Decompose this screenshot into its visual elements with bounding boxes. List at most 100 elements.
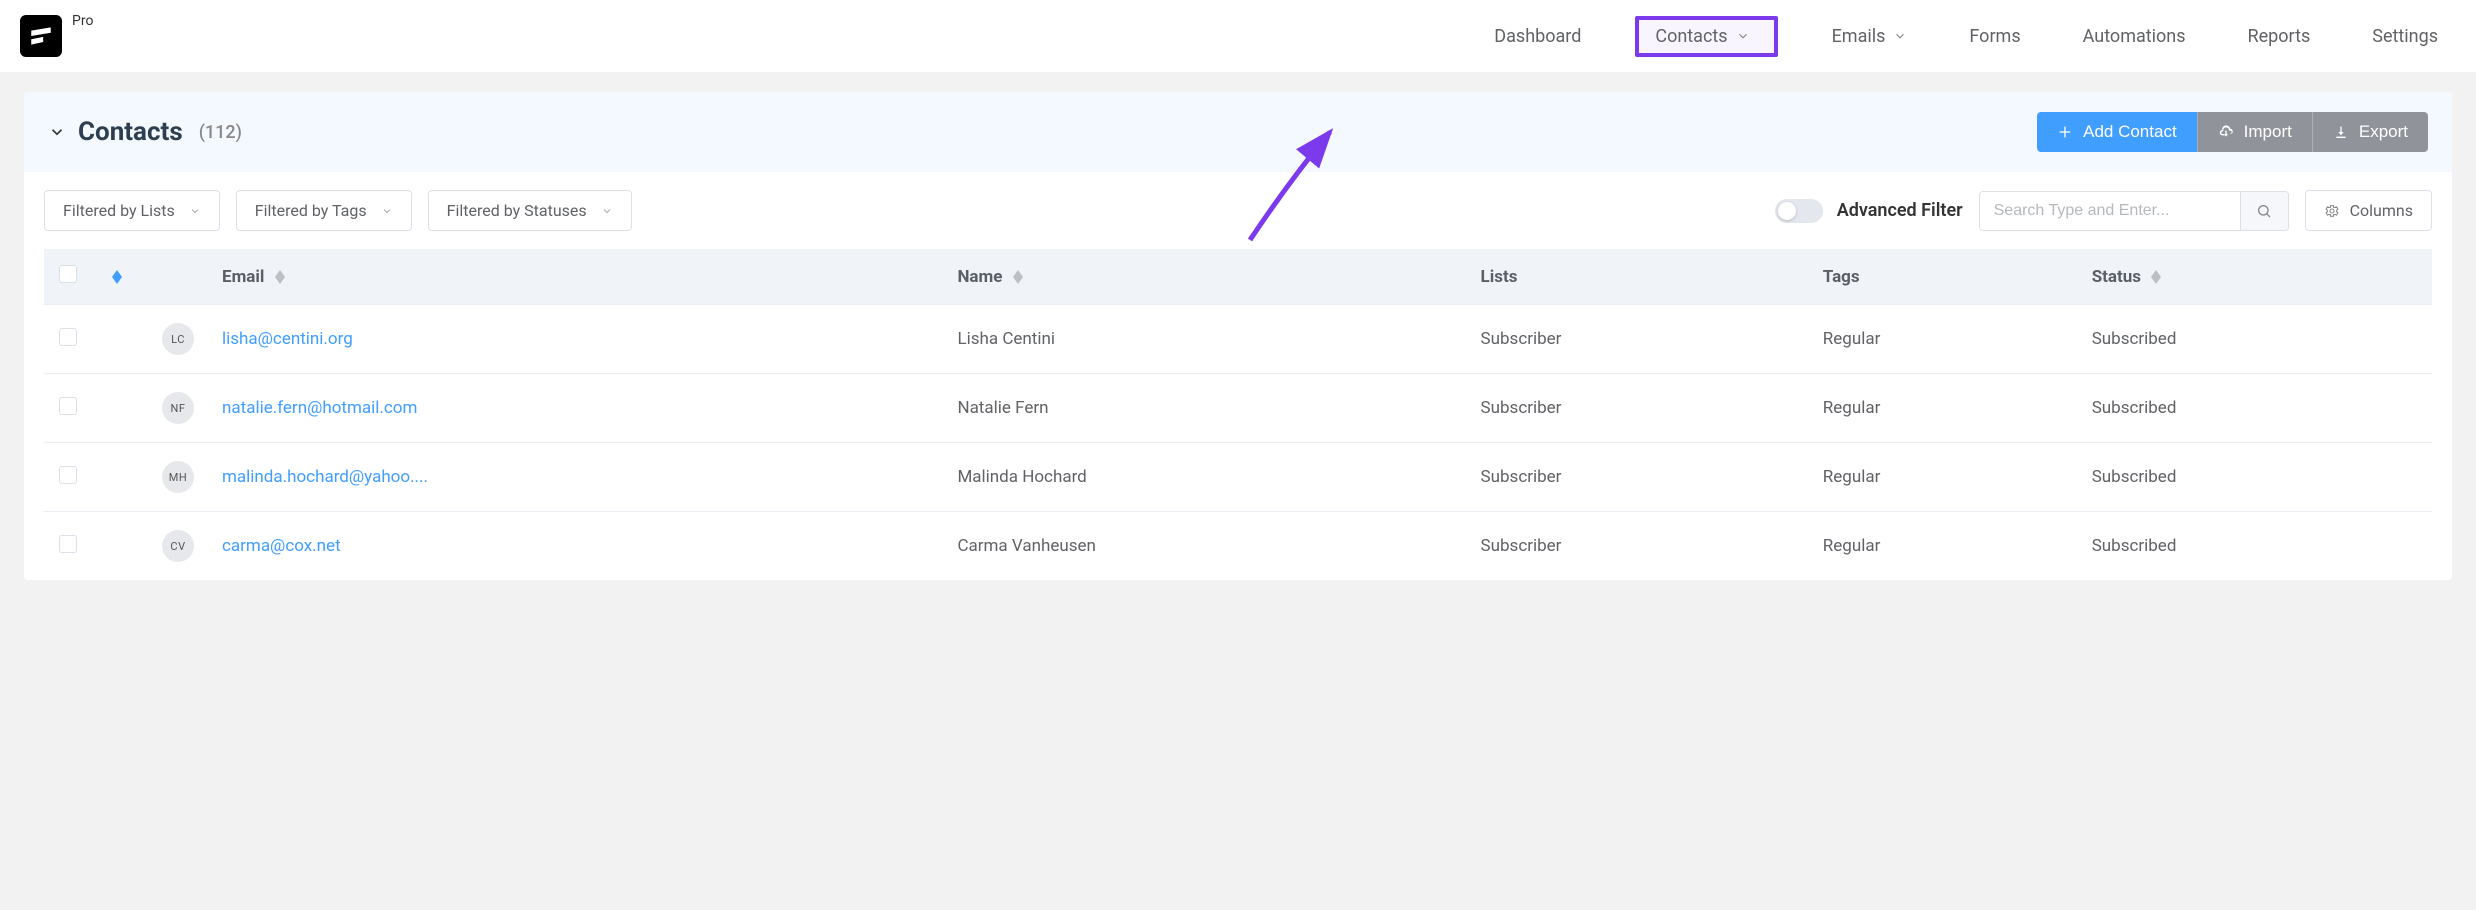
- filter-statuses[interactable]: Filtered by Statuses: [428, 190, 632, 231]
- chevron-down-icon: [1736, 29, 1750, 43]
- contact-count: (112): [199, 122, 242, 143]
- contact-status: Subscribed: [2078, 443, 2432, 512]
- chevron-down-icon: [1893, 29, 1907, 43]
- filter-tags-label: Filtered by Tags: [255, 201, 367, 220]
- search-input[interactable]: [1980, 192, 2240, 230]
- search-box: [1979, 191, 2289, 231]
- add-contact-button[interactable]: Add Contact: [2037, 112, 2197, 152]
- contacts-table: Email Name Lists Tags: [44, 249, 2432, 580]
- brand: Pro: [20, 15, 93, 57]
- filter-lists[interactable]: Filtered by Lists: [44, 190, 220, 231]
- columns-button[interactable]: Columns: [2305, 190, 2432, 231]
- app-logo: [20, 15, 62, 57]
- search-button[interactable]: [2240, 192, 2288, 230]
- table-row[interactable]: LClisha@centini.orgLisha CentiniSubscrib…: [44, 305, 2432, 374]
- nav-dashboard[interactable]: Dashboard: [1486, 20, 1589, 53]
- nav-emails[interactable]: Emails: [1824, 20, 1916, 53]
- contact-email-link[interactable]: malinda.hochard@yahoo....: [222, 467, 428, 487]
- avatar: CV: [162, 530, 194, 562]
- avatar: MH: [162, 461, 194, 493]
- contact-email-link[interactable]: natalie.fern@hotmail.com: [222, 398, 417, 418]
- sort-icon: [275, 270, 285, 284]
- contact-lists: Subscriber: [1467, 512, 1809, 581]
- table-row[interactable]: CV carma@cox.net Carma VanheusenSubscriber…: [44, 512, 2432, 581]
- plus-icon: [2057, 124, 2073, 140]
- gear-icon: [2324, 203, 2340, 219]
- pro-label: Pro: [72, 13, 93, 29]
- nav-emails-label: Emails: [1832, 26, 1886, 47]
- download-icon: [2333, 124, 2349, 140]
- nav-forms-label: Forms: [1969, 26, 2020, 47]
- export-button[interactable]: Export: [2312, 112, 2428, 152]
- nav-reports-label: Reports: [2248, 26, 2311, 47]
- contact-tags: Regular: [1809, 443, 2078, 512]
- top-nav: Pro Dashboard Contacts Emails Forms Auto…: [0, 0, 2476, 72]
- avatar: NF: [162, 392, 194, 424]
- main-nav: Dashboard Contacts Emails Forms Automati…: [1486, 16, 2456, 57]
- contact-tags: Regular: [1809, 374, 2078, 443]
- contact-status: Subscribed: [2078, 374, 2432, 443]
- contact-tags: Regular: [1809, 305, 2078, 374]
- search-icon: [2256, 203, 2272, 219]
- filter-lists-label: Filtered by Lists: [63, 201, 175, 220]
- contact-status: Subscribed: [2078, 512, 2432, 581]
- nav-contacts[interactable]: Contacts: [1635, 16, 1777, 57]
- col-email-label: Email: [222, 267, 264, 287]
- select-all-checkbox[interactable]: [59, 265, 77, 283]
- table-row[interactable]: NFnatalie.fern@hotmail.comNatalie FernSu…: [44, 374, 2432, 443]
- row-checkbox[interactable]: [59, 328, 77, 346]
- col-lists[interactable]: Lists: [1467, 249, 1809, 305]
- avatar: LC: [162, 323, 194, 355]
- filter-row: Filtered by Lists Filtered by Tags Filte…: [44, 190, 2432, 231]
- col-name[interactable]: Name: [943, 249, 1466, 305]
- filter-tags[interactable]: Filtered by Tags: [236, 190, 412, 231]
- export-label: Export: [2359, 122, 2408, 142]
- nav-automations-label: Automations: [2083, 26, 2186, 47]
- contact-lists: Subscriber: [1467, 305, 1809, 374]
- contact-email-link[interactable]: carma@cox.net: [222, 536, 341, 556]
- row-checkbox[interactable]: [59, 535, 77, 553]
- sort-icon: [1013, 270, 1023, 284]
- contact-name: Lisha Centini: [943, 305, 1466, 374]
- nav-contacts-label: Contacts: [1655, 26, 1727, 47]
- table-row[interactable]: MH malinda.hochard@yahoo.... Malinda Hocha…: [44, 443, 2432, 512]
- sort-icon: [2151, 270, 2161, 284]
- col-status[interactable]: Status: [2078, 249, 2432, 305]
- col-status-label: Status: [2092, 267, 2141, 287]
- cloud-upload-icon: [2218, 124, 2234, 140]
- nav-settings[interactable]: Settings: [2364, 20, 2446, 53]
- contact-name: Malinda Hochard: [943, 443, 1466, 512]
- advanced-filter-toggle[interactable]: [1775, 199, 1823, 223]
- chevron-down-icon: [601, 205, 613, 217]
- advanced-filter-label: Advanced Filter: [1837, 200, 1963, 221]
- row-checkbox[interactable]: [59, 397, 77, 415]
- col-email[interactable]: Email: [208, 249, 943, 305]
- caret-down-icon: [112, 277, 122, 284]
- nav-dashboard-label: Dashboard: [1494, 26, 1581, 47]
- caret-up-icon: [112, 270, 122, 277]
- row-checkbox[interactable]: [59, 466, 77, 484]
- contact-lists: Subscriber: [1467, 374, 1809, 443]
- chevron-down-icon: [189, 205, 201, 217]
- nav-automations[interactable]: Automations: [2075, 20, 2194, 53]
- chevron-down-icon: [381, 205, 393, 217]
- contact-name: Carma Vanheusen: [943, 512, 1466, 581]
- col-name-label: Name: [957, 267, 1002, 287]
- filter-statuses-label: Filtered by Statuses: [447, 201, 587, 220]
- contact-status: Subscribed: [2078, 305, 2432, 374]
- col-lists-label: Lists: [1481, 267, 1518, 287]
- collapse-icon[interactable]: [48, 123, 66, 141]
- col-tags[interactable]: Tags: [1809, 249, 2078, 305]
- nav-reports[interactable]: Reports: [2240, 20, 2319, 53]
- import-button[interactable]: Import: [2197, 112, 2312, 152]
- contact-tags: Regular: [1809, 512, 2078, 581]
- page-header: Contacts (112) Add Contact Import Export: [24, 92, 2452, 172]
- nav-forms[interactable]: Forms: [1961, 20, 2028, 53]
- contact-lists: Subscriber: [1467, 443, 1809, 512]
- sort-indicator[interactable]: [112, 270, 122, 284]
- contact-email-link[interactable]: lisha@centini.org: [222, 329, 353, 349]
- columns-label: Columns: [2350, 201, 2413, 220]
- contact-name: Natalie Fern: [943, 374, 1466, 443]
- nav-settings-label: Settings: [2372, 26, 2438, 47]
- col-tags-label: Tags: [1823, 267, 1860, 287]
